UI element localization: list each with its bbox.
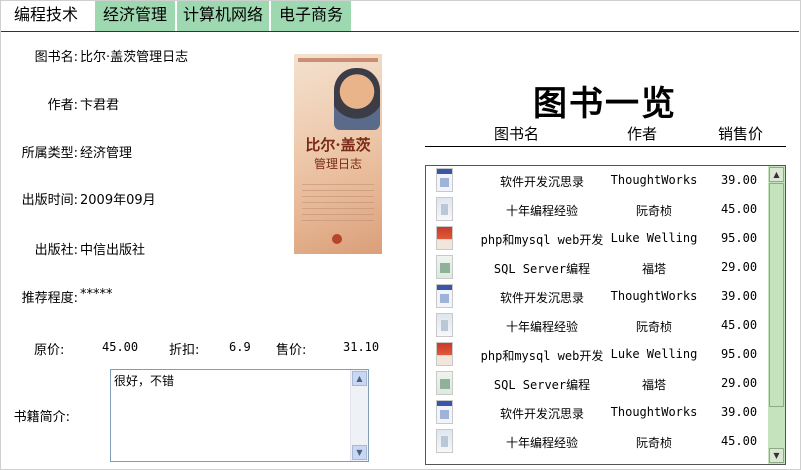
book-author-cell: Luke Welling: [610, 347, 698, 361]
publish-date-label: 出版时间:: [21, 193, 78, 208]
intro-text: 很好，不错: [114, 374, 175, 388]
book-price-cell: 29.00: [720, 260, 758, 274]
book-thumbnail-image: [436, 429, 453, 453]
publisher-seal-icon: [332, 234, 342, 244]
sale-price-value: 31.10: [343, 340, 380, 354]
tab-computer-network[interactable]: 计算机网络: [177, 1, 269, 31]
book-list-scrollbar[interactable]: ▲ ▼: [768, 166, 785, 464]
book-author-cell: ThoughtWorks: [610, 405, 698, 419]
intro-label: 书籍简介:: [13, 410, 70, 425]
book-thumbnail-image: [436, 168, 453, 192]
book-list-row[interactable]: 软件开发沉思录 ThoughtWorks 39.00: [426, 398, 769, 427]
scroll-up-arrow-icon[interactable]: ▲: [769, 167, 784, 182]
cover-title-line1: 比尔·盖茨: [305, 136, 371, 154]
scroll-up-arrow-icon[interactable]: ▲: [352, 371, 367, 386]
category-value: 经济管理: [80, 146, 133, 161]
book-cover-image: 比尔·盖茨 管理日志: [294, 54, 382, 254]
title-label: 图书名:: [34, 50, 78, 65]
portrait-image: [334, 68, 380, 130]
tab-e-commerce[interactable]: 电子商务: [271, 1, 351, 31]
rating-value: *****: [80, 287, 113, 302]
original-price-label: 原价:: [34, 343, 65, 358]
book-author-cell: 福塔: [641, 378, 666, 392]
book-thumbnail-image: [436, 284, 453, 308]
intro-textarea[interactable]: 很好，不错 ▲ ▼: [110, 369, 369, 462]
column-header-name: 图书名: [494, 125, 540, 143]
book-price-cell: 95.00: [720, 347, 758, 361]
publisher-label: 出版社:: [34, 243, 78, 258]
original-price-value: 45.00: [102, 340, 139, 354]
book-price-cell: 95.00: [720, 231, 758, 245]
book-list-row[interactable]: 软件开发沉思录 ThoughtWorks 39.00: [426, 282, 769, 311]
book-thumbnail-image: [436, 371, 453, 395]
publish-date-value: 2009年09月: [80, 193, 156, 208]
book-thumbnail-image: [436, 313, 453, 337]
scroll-down-arrow-icon[interactable]: ▼: [352, 445, 367, 460]
book-price-cell: 29.00: [720, 376, 758, 390]
book-list-row[interactable]: php和mysql web开发 Luke Welling 95.00: [426, 340, 769, 369]
scroll-down-arrow-icon[interactable]: ▼: [769, 448, 784, 463]
book-price-cell: 39.00: [720, 405, 758, 419]
book-list-row[interactable]: php和mysql web开发 Luke Welling 95.00: [426, 224, 769, 253]
book-author-cell: 阮奇桢: [635, 204, 672, 218]
tab-economics-management[interactable]: 经济管理: [95, 1, 175, 31]
book-author-cell: ThoughtWorks: [610, 289, 698, 303]
header-divider: [425, 146, 786, 147]
publisher-value: 中信出版社: [80, 243, 146, 258]
book-list-row[interactable]: 十年编程经验 阮奇桢 45.00: [426, 311, 769, 340]
book-author-cell: 阮奇桢: [635, 436, 672, 450]
book-thumbnail-image: [436, 226, 453, 250]
book-thumbnail-image: [436, 255, 453, 279]
book-list-row[interactable]: 十年编程经验 阮奇桢 45.00: [426, 427, 769, 456]
discount-label: 折扣:: [169, 343, 200, 358]
book-list-row[interactable]: 十年编程经验 阮奇桢 45.00: [426, 195, 769, 224]
book-list-row[interactable]: 软件开发沉思录 ThoughtWorks 39.00: [426, 166, 769, 195]
book-list-row[interactable]: SQL Server编程 福塔 29.00: [426, 253, 769, 282]
book-author-cell: 福塔: [641, 262, 666, 276]
sale-price-label: 售价:: [276, 343, 307, 358]
category-label: 所属类型:: [21, 146, 78, 161]
book-list-row[interactable]: SQL Server编程 福塔 29.00: [426, 369, 769, 398]
book-thumbnail-image: [436, 400, 453, 424]
column-header-author: 作者: [627, 125, 658, 143]
column-header-price: 销售价: [718, 125, 764, 143]
book-listbox[interactable]: 软件开发沉思录 ThoughtWorks 39.00 十年编程经验 阮奇桢 45.00 ph…: [425, 165, 786, 465]
book-author-cell: ThoughtWorks: [610, 173, 698, 187]
discount-value: 6.9: [229, 340, 251, 354]
book-thumbnail-image: [436, 197, 453, 221]
book-price-cell: 39.00: [720, 289, 758, 303]
title-value: 比尔·盖茨管理日志: [80, 50, 189, 65]
author-value: 卞君君: [80, 98, 120, 113]
tab-programming[interactable]: 编程技术: [4, 1, 88, 31]
cover-title-line2: 管理日志: [313, 157, 362, 171]
book-price-cell: 45.00: [720, 434, 758, 448]
scrollbar-thumb[interactable]: [769, 183, 784, 407]
intro-scrollbar[interactable]: ▲ ▼: [350, 370, 368, 461]
rating-label: 推荐程度:: [21, 291, 78, 306]
author-label: 作者:: [47, 98, 78, 113]
book-thumbnail-image: [436, 342, 453, 366]
book-author-cell: 阮奇桢: [635, 320, 672, 334]
book-price-cell: 39.00: [720, 173, 758, 187]
book-author-cell: Luke Welling: [610, 231, 698, 245]
book-price-cell: 45.00: [720, 318, 758, 332]
book-price-cell: 45.00: [720, 202, 758, 216]
tab-bar: 编程技术 经济管理 计算机网络 电子商务: [1, 1, 799, 32]
book-list-title: 图书一览: [533, 84, 677, 124]
